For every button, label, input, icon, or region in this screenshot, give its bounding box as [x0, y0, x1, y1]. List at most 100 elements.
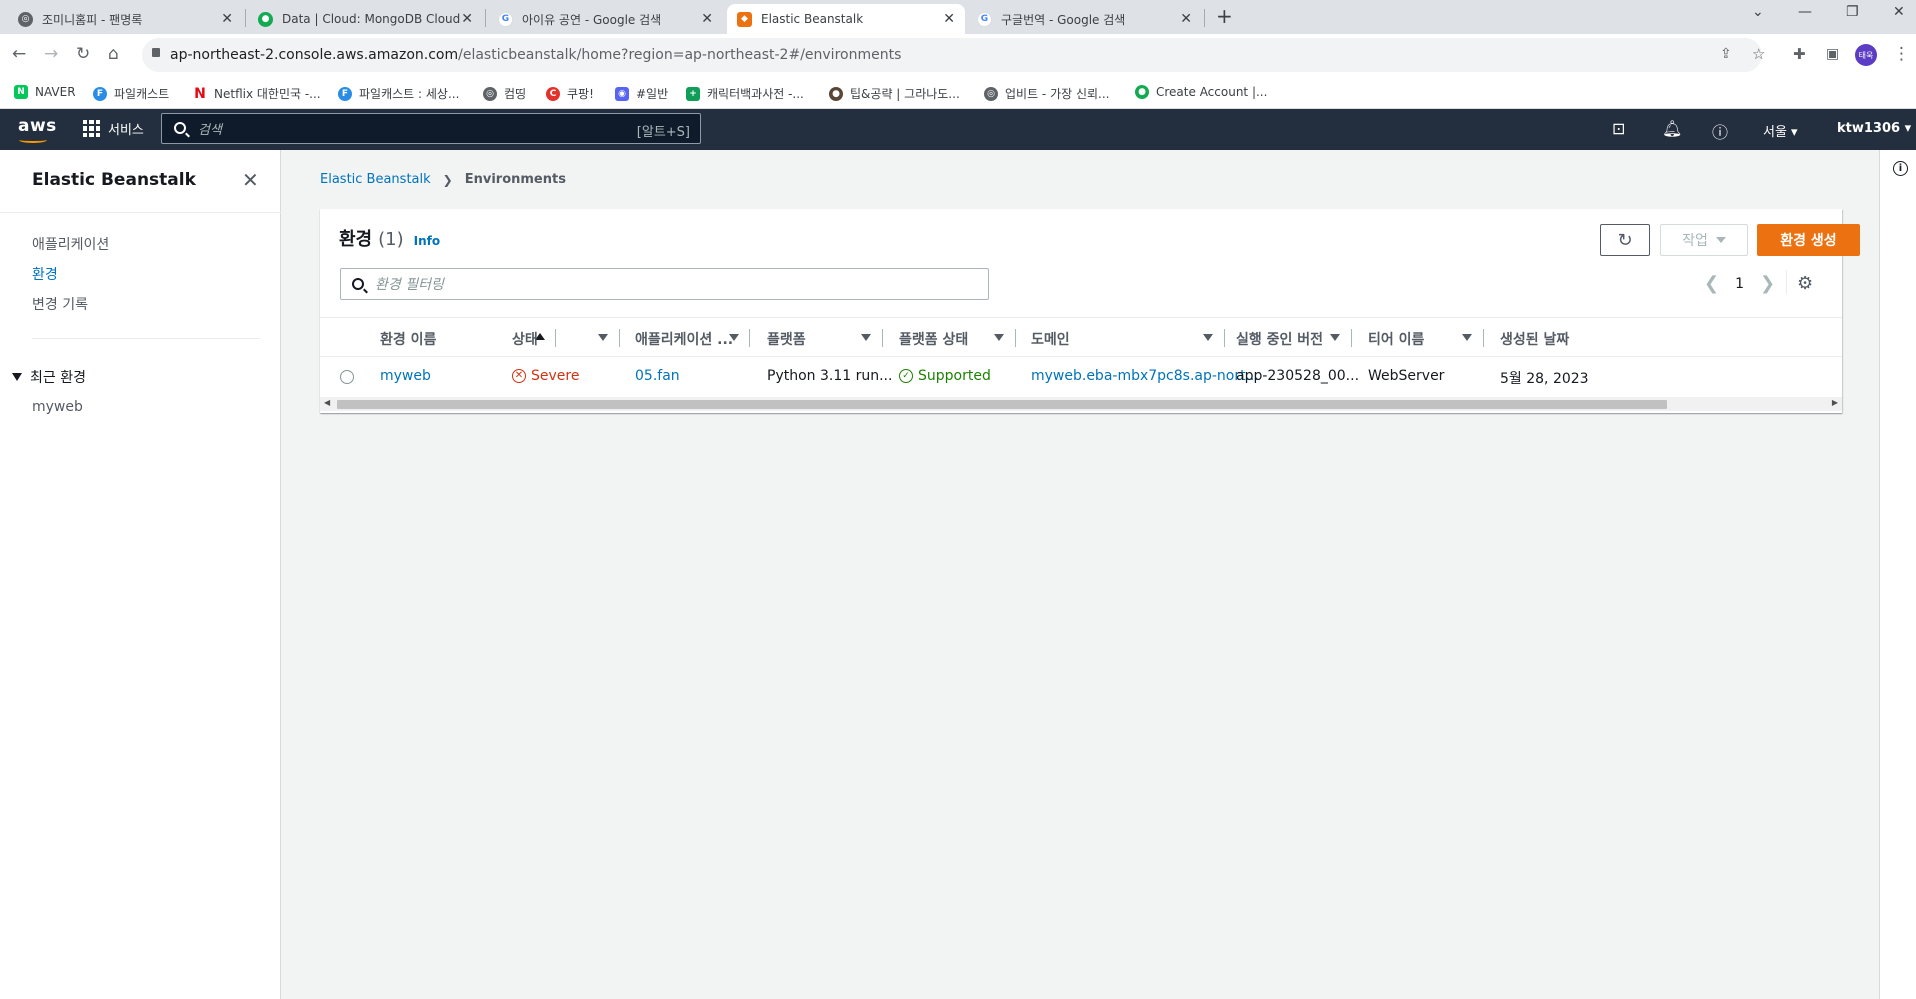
- recent-environment-link[interactable]: myweb: [32, 399, 83, 415]
- row-select-radio[interactable]: [340, 370, 354, 384]
- notifications-bell-icon[interactable]: 🔔︎: [1662, 119, 1682, 138]
- column-header-tier[interactable]: 티어 이름: [1368, 329, 1484, 349]
- minimize-button[interactable]: —: [1798, 4, 1812, 20]
- gear-icon[interactable]: ⚙: [1785, 270, 1813, 294]
- horizontal-scrollbar[interactable]: ◀ ▶: [320, 397, 1842, 411]
- close-icon[interactable]: ✕: [943, 11, 955, 27]
- bookmark-item[interactable]: ● Create Account |...: [1135, 85, 1267, 99]
- application-link[interactable]: 05.fan: [635, 368, 680, 384]
- browser-tab[interactable]: ◎ 조미니홈피 - 팬명록 ✕: [8, 4, 243, 34]
- globe-icon: ◎: [984, 86, 998, 101]
- column-label: 도메인: [1031, 332, 1070, 348]
- address-bar[interactable]: ap-northeast-2.console.aws.amazon.com/el…: [142, 38, 1762, 72]
- info-link[interactable]: Info: [414, 234, 440, 248]
- home-icon[interactable]: ⌂: [108, 44, 119, 64]
- column-header-platform[interactable]: 플랫폼: [767, 329, 883, 349]
- table-row[interactable]: myweb ✕ Severe 05.fan Python 3.11 run... …: [320, 357, 1842, 397]
- help-icon[interactable]: ⓘ: [1712, 119, 1728, 143]
- bookmark-item[interactable]: ◎ 업비트 - 가장 신뢰...: [984, 85, 1110, 102]
- close-icon[interactable]: ✕: [221, 11, 233, 27]
- recent-environments-toggle[interactable]: 최근 환경: [12, 367, 86, 387]
- browser-tab[interactable]: G 구글번역 - Google 검색 ✕: [967, 4, 1202, 34]
- browser-toolbar: ← → ↻ ⌂ ap-northeast-2.console.aws.amazo…: [0, 34, 1916, 76]
- column-header-created[interactable]: 생성된 날짜: [1500, 329, 1569, 349]
- info-icon[interactable]: i: [1893, 161, 1908, 176]
- filter-caret-icon: [861, 334, 871, 341]
- services-button[interactable]: 서비스: [83, 119, 144, 138]
- bookmark-star-icon[interactable]: ☆: [1752, 45, 1765, 63]
- close-icon[interactable]: ✕: [461, 11, 473, 27]
- column-header-name[interactable]: 환경 이름: [380, 329, 556, 349]
- chevron-right-icon[interactable]: ❯: [1760, 273, 1775, 294]
- google-icon: G: [977, 11, 992, 27]
- window-close-button[interactable]: ✕: [1893, 4, 1905, 20]
- browser-tab[interactable]: ● Data | Cloud: MongoDB Cloud ✕: [248, 4, 483, 34]
- back-icon[interactable]: ←: [12, 44, 26, 64]
- grid-icon: [83, 120, 100, 137]
- extensions-icon[interactable]: ✚: [1793, 45, 1806, 63]
- refresh-button[interactable]: ↻: [1600, 224, 1650, 256]
- browser-tab-active[interactable]: ◆ Elastic Beanstalk ✕: [727, 4, 965, 34]
- services-label: 서비스: [108, 123, 144, 138]
- bookmark-item[interactable]: N NAVER: [14, 85, 76, 99]
- close-icon[interactable]: ✕: [242, 168, 259, 192]
- bookmark-item[interactable]: + 캐릭터백과사전 -...: [686, 85, 804, 102]
- aws-top-nav: aws 서비스 검색 [알트+S] ⊡ 🔔︎ ⓘ 서울 ▾ ktw1306 ▾: [0, 109, 1916, 150]
- close-icon[interactable]: ✕: [1180, 11, 1192, 27]
- platform-state: ✓ Supported: [899, 368, 991, 384]
- restore-button[interactable]: ❐: [1846, 4, 1859, 20]
- region-selector[interactable]: 서울 ▾: [1763, 121, 1798, 140]
- bookmark-item[interactable]: N Netflix 대한민국 -...: [193, 85, 320, 102]
- bookmark-item[interactable]: ◉ #일반: [615, 85, 668, 102]
- cloudshell-icon[interactable]: ⊡: [1612, 119, 1625, 138]
- tab-title: 조미니홈피 - 팬명록: [42, 12, 143, 27]
- browser-tab[interactable]: G 아이유 공연 - Google 검색 ✕: [488, 4, 723, 34]
- bookmark-item[interactable]: F 파일캐스트: [93, 85, 169, 102]
- filter-input[interactable]: 환경 필터링: [340, 268, 989, 300]
- actions-dropdown-button[interactable]: 작업: [1660, 224, 1748, 256]
- environment-name-link[interactable]: myweb: [380, 368, 431, 384]
- column-header-application[interactable]: 애플리케이션 ...: [635, 329, 750, 349]
- panel-title: 환경: [339, 229, 373, 250]
- forward-icon[interactable]: →: [44, 44, 58, 64]
- account-menu[interactable]: ktw1306 ▾: [1837, 121, 1911, 136]
- tab-search-icon[interactable]: ⌄: [1752, 4, 1764, 20]
- aws-logo[interactable]: aws: [18, 116, 57, 136]
- naver-icon: N: [14, 85, 28, 99]
- health-status: ✕ Severe: [512, 368, 579, 384]
- scroll-right-arrow-icon[interactable]: ▶: [1832, 398, 1838, 407]
- sidebar-item-environments[interactable]: 환경: [32, 264, 58, 284]
- chevron-left-icon[interactable]: ❮: [1704, 273, 1719, 294]
- scroll-left-arrow-icon[interactable]: ◀: [324, 398, 330, 407]
- bookmark-item[interactable]: ◎ 컴띵: [483, 85, 526, 102]
- column-label: 생성된 날짜: [1500, 332, 1570, 348]
- bookmark-item[interactable]: ● 팁&공략 | 그라나도...: [829, 85, 960, 102]
- domain-link[interactable]: myweb.eba-mbx7pc8s.ap-nort...: [1031, 368, 1259, 384]
- column-header-running-version[interactable]: 실행 중인 버전: [1236, 329, 1352, 349]
- column-header-domain[interactable]: 도메인: [1031, 329, 1225, 349]
- page-number[interactable]: 1: [1735, 276, 1744, 292]
- bookmark-item[interactable]: F 파일캐스트 : 세상...: [338, 85, 459, 102]
- aws-search-input[interactable]: 검색 [알트+S]: [161, 113, 701, 144]
- browser-menu-icon[interactable]: ⋮: [1893, 44, 1910, 64]
- new-tab-button[interactable]: +: [1216, 4, 1233, 28]
- breadcrumb-root-link[interactable]: Elastic Beanstalk: [320, 172, 431, 187]
- reload-icon[interactable]: ↻: [76, 44, 90, 64]
- sidebar-title: Elastic Beanstalk: [32, 170, 196, 190]
- create-environment-button[interactable]: 환경 생성: [1757, 224, 1860, 256]
- tier-cell: WebServer: [1368, 368, 1445, 384]
- side-panel-icon[interactable]: ▣: [1826, 46, 1839, 62]
- close-icon[interactable]: ✕: [701, 11, 713, 27]
- sidebar-item-applications[interactable]: 애플리케이션: [32, 234, 109, 254]
- column-header-health[interactable]: 상태: [512, 329, 620, 349]
- tab-title: Elastic Beanstalk: [761, 12, 864, 26]
- scrollbar-thumb[interactable]: [337, 400, 1667, 409]
- column-header-platform-state[interactable]: 플랫폼 상태: [899, 329, 1016, 349]
- netflix-icon: N: [194, 85, 206, 102]
- share-icon[interactable]: ⇪: [1720, 46, 1732, 62]
- bookmark-label: 업비트 - 가장 신뢰...: [1005, 87, 1110, 101]
- sidebar-item-change-history[interactable]: 변경 기록: [32, 294, 88, 314]
- profile-avatar[interactable]: 태욱: [1855, 44, 1877, 66]
- bookmark-item[interactable]: C 쿠팡!: [546, 85, 594, 102]
- sidebar: Elastic Beanstalk ✕ 애플리케이션 환경 변경 기록 최근 환…: [0, 150, 281, 999]
